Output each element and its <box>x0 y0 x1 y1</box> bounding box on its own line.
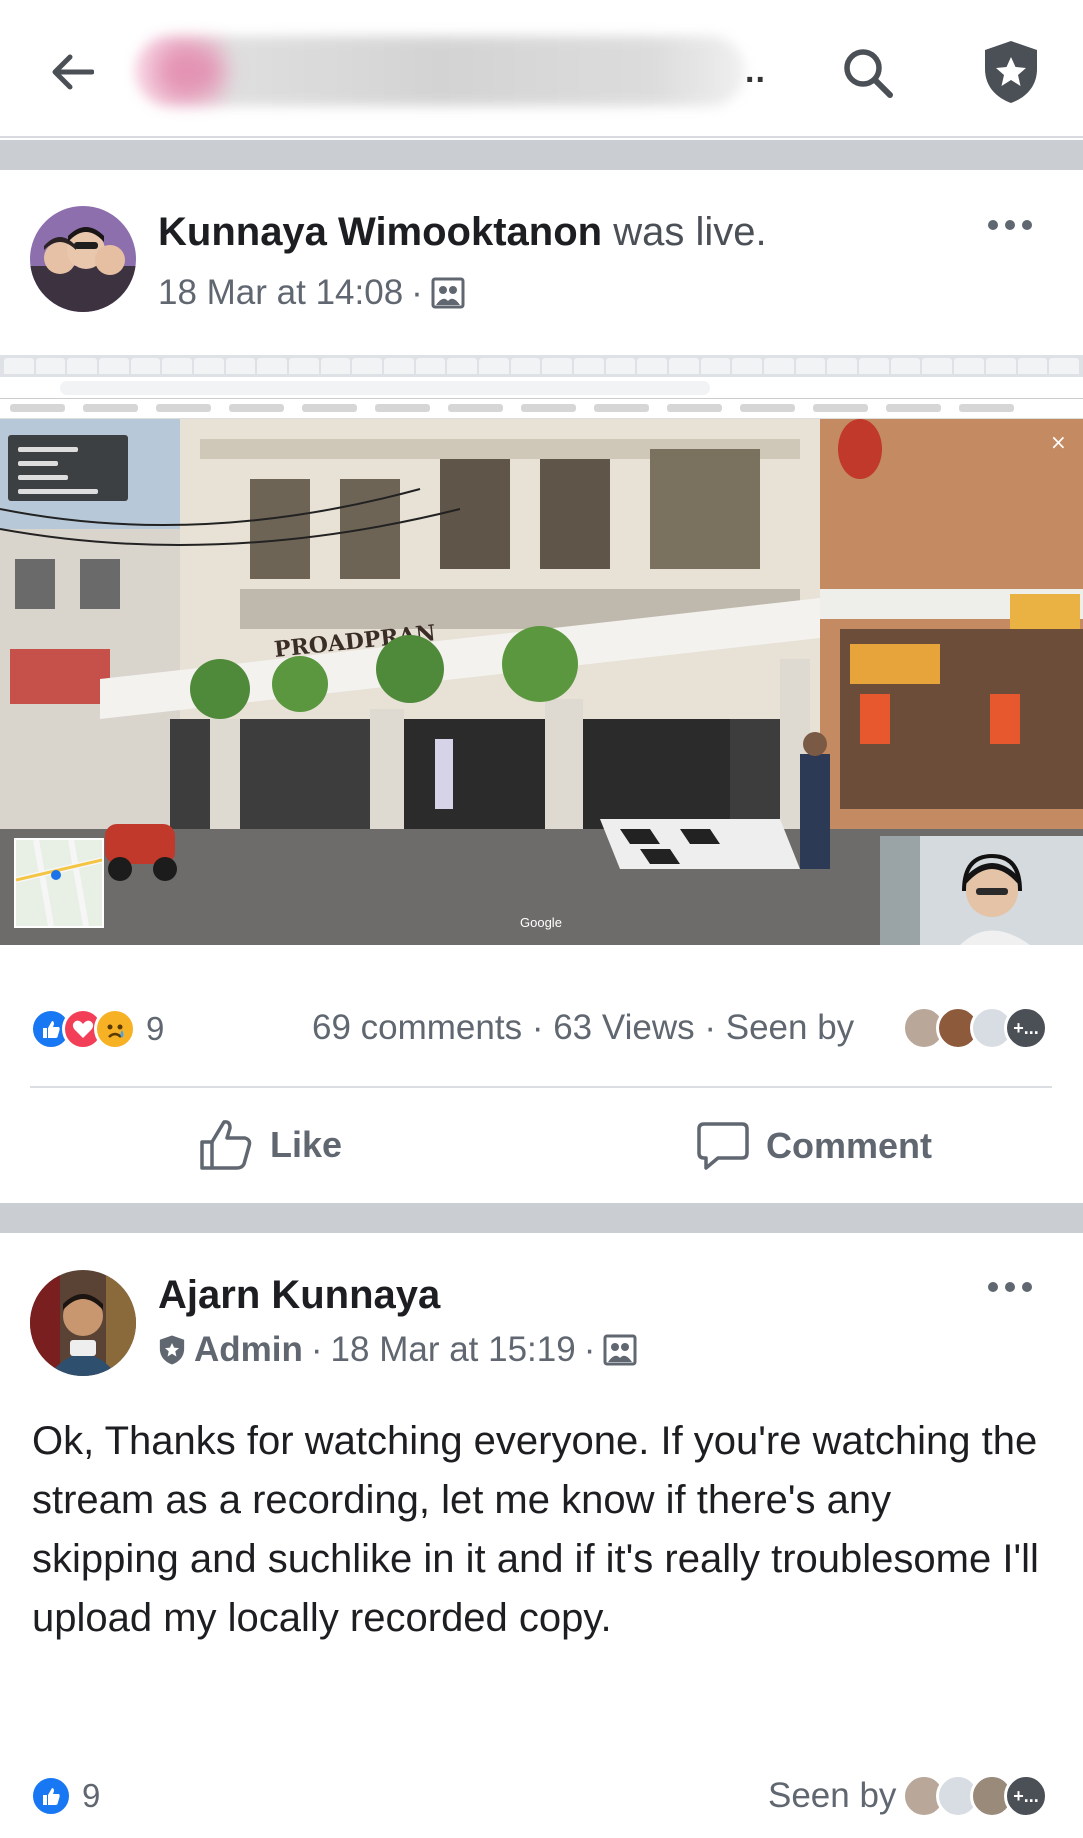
post-options-button[interactable] <box>980 1272 1040 1302</box>
author-activity: was live. <box>613 210 767 254</box>
post-meta: Admin · 18 Mar at 15:19 · <box>158 1330 637 1370</box>
reaction-count: 9 <box>82 1777 101 1814</box>
seen-by-avatars[interactable]: +... <box>902 1774 1048 1818</box>
sad-reaction-icon <box>94 1008 136 1050</box>
reaction-summary[interactable]: 9 <box>30 1008 164 1050</box>
like-reaction-icon <box>30 1775 72 1817</box>
top-navigation-bar: .. <box>0 0 1083 138</box>
meta-separator: · <box>310 1330 323 1369</box>
seen-by-more: +... <box>1004 1006 1048 1050</box>
photo-audience-icon <box>603 1334 637 1366</box>
svg-text:×: × <box>1050 430 1067 454</box>
stats-separator: · <box>531 1008 554 1047</box>
views-count[interactable]: 63 Views <box>553 1008 694 1047</box>
seen-by-more: +... <box>1004 1774 1048 1818</box>
seen-by-label[interactable]: Seen by <box>726 1008 854 1047</box>
stats-separator: · <box>704 1008 726 1047</box>
like-label: Like <box>270 1124 343 1165</box>
thumbs-up-icon <box>200 1120 252 1170</box>
meta-separator: · <box>583 1330 596 1369</box>
comment-label: Comment <box>766 1125 933 1166</box>
more-dot <box>988 1282 998 1292</box>
admin-badge: Admin <box>158 1330 303 1370</box>
like-button[interactable]: Like <box>198 1118 342 1172</box>
reaction-summary[interactable]: 9 <box>30 1775 100 1817</box>
seen-by-avatars[interactable]: +... <box>902 1006 1048 1050</box>
post-timestamp[interactable]: 18 Mar at 14:08 <box>158 273 403 313</box>
feed-separator <box>0 140 1083 170</box>
comments-count[interactable]: 69 comments <box>312 1008 522 1047</box>
author-name[interactable]: Kunnaya Wimooktanon <box>158 210 602 254</box>
page-title-blurred <box>135 36 745 106</box>
street-view-info-card <box>8 435 128 501</box>
streamer-webcam <box>880 836 1083 945</box>
author-avatar[interactable] <box>30 206 136 312</box>
browser-address-bar <box>0 377 1083 399</box>
search-button[interactable] <box>835 40 901 106</box>
map-icon <box>15 839 103 927</box>
author-avatar[interactable] <box>30 1270 136 1376</box>
more-dot <box>1022 220 1032 230</box>
photo-audience-icon <box>431 277 465 309</box>
webcam-overlay <box>880 836 1083 945</box>
stream-watermark: Google <box>520 915 562 930</box>
back-button[interactable] <box>44 44 100 100</box>
browser-tab-strip <box>0 355 1083 377</box>
avatar-photo <box>30 1270 136 1376</box>
page-title-ellipsis: .. <box>745 52 766 90</box>
admin-tools-button[interactable] <box>975 36 1047 108</box>
live-video-player[interactable]: PROADPRAN × Google <box>0 355 1083 945</box>
post-timestamp[interactable]: 18 Mar at 15:19 <box>331 1330 576 1370</box>
admin-label: Admin <box>194 1330 303 1369</box>
arrow-left-icon <box>52 54 94 90</box>
meta-separator: · <box>411 273 423 312</box>
feed-separator <box>0 1203 1083 1233</box>
post-options-button[interactable] <box>980 210 1040 240</box>
post-author-line: Kunnaya Wimooktanon was live. <box>158 210 767 255</box>
author-name[interactable]: Ajarn Kunnaya <box>158 1273 440 1317</box>
comment-bubble-icon <box>697 1122 749 1170</box>
search-icon <box>844 49 893 98</box>
reaction-count: 9 <box>146 1010 165 1047</box>
street-view-mini-map <box>14 838 104 928</box>
seen-by-label[interactable]: Seen by <box>768 1776 896 1816</box>
avatar-photo <box>30 206 136 312</box>
shield-star-icon <box>159 1335 185 1365</box>
comment-button[interactable]: Comment <box>696 1120 932 1172</box>
post-stats: 69 comments · 63 Views · Seen by <box>312 1008 854 1048</box>
post-author-line: Ajarn Kunnaya <box>158 1273 440 1318</box>
more-dot <box>1005 1282 1015 1292</box>
more-dot <box>1005 220 1015 230</box>
more-dot <box>988 220 998 230</box>
more-dot <box>1022 1282 1032 1292</box>
browser-bookmarks-bar <box>0 399 1083 419</box>
post-meta: 18 Mar at 14:08 · <box>158 273 465 313</box>
actions-divider <box>30 1086 1052 1088</box>
shield-star-icon <box>985 41 1037 103</box>
post-body-text: Ok, Thanks for watching everyone. If you… <box>32 1419 1039 1640</box>
